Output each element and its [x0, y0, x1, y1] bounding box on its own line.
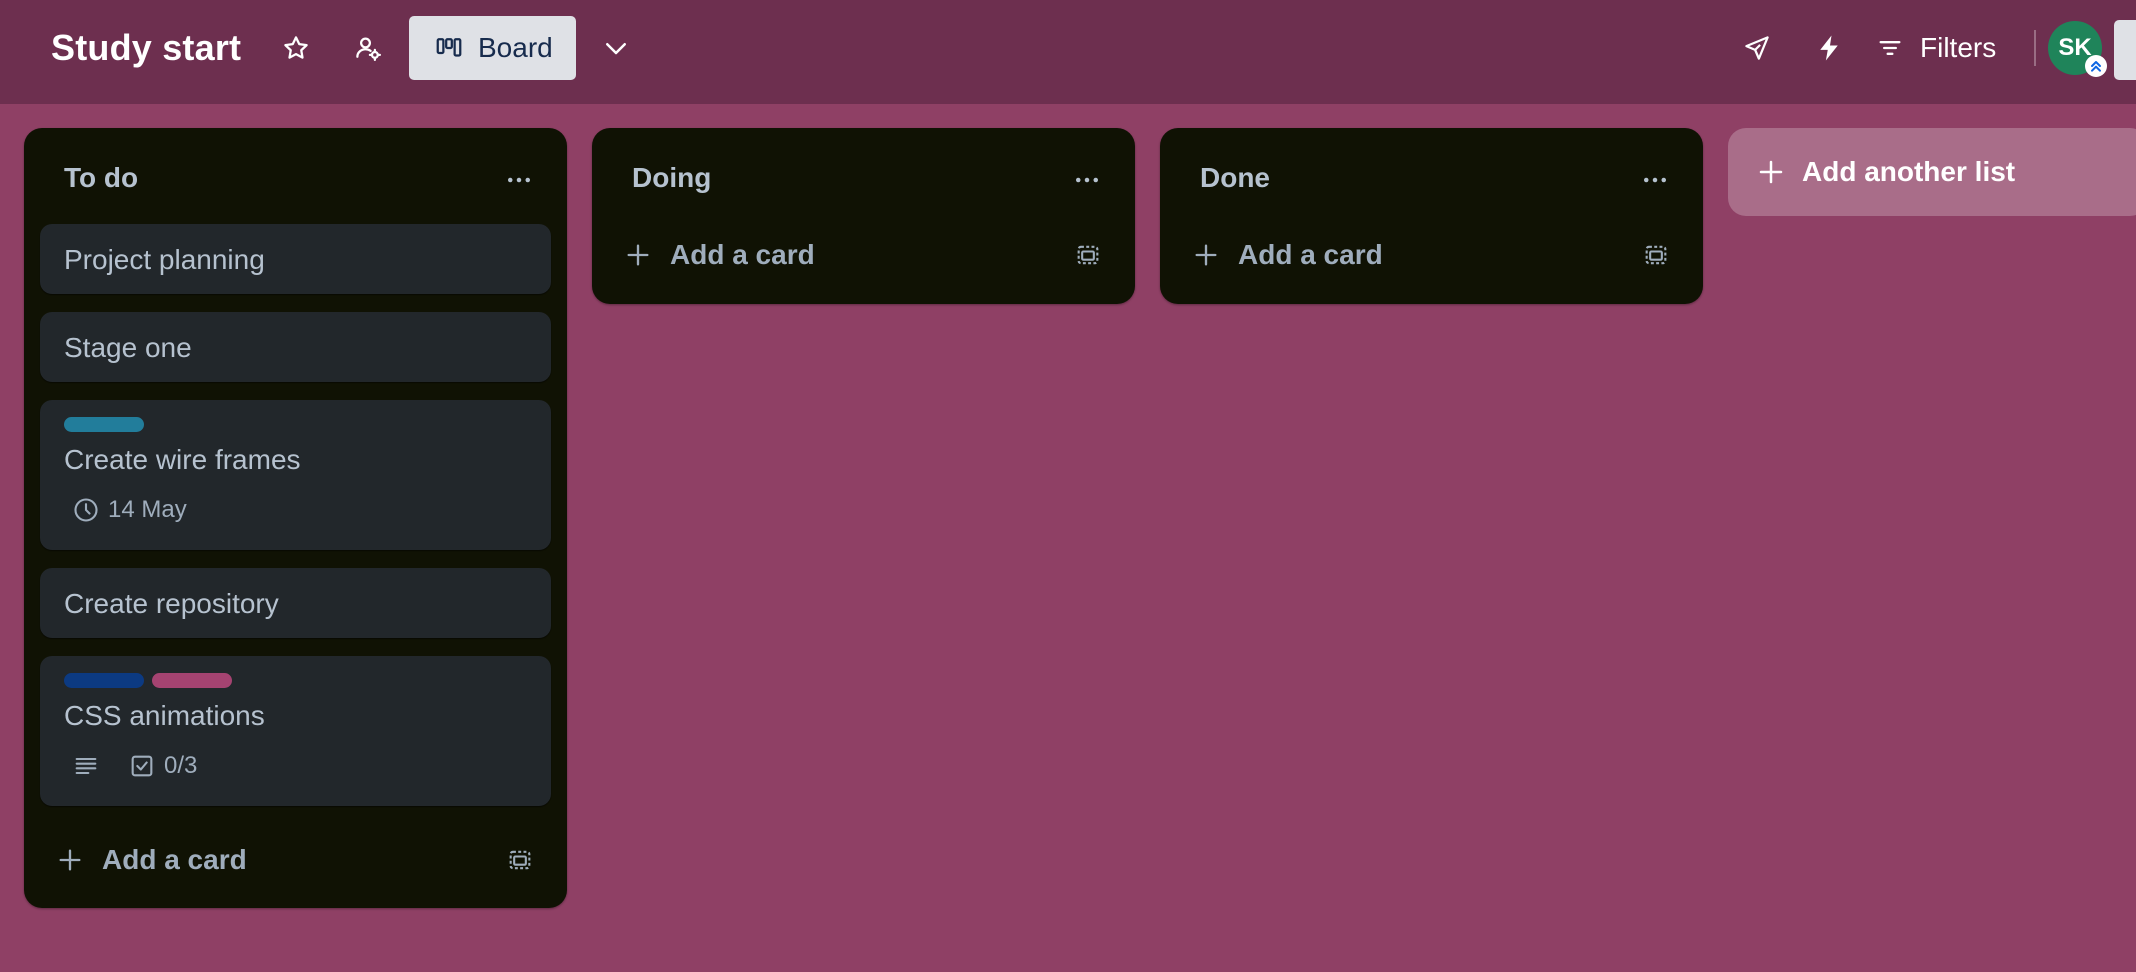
checklist-badge: 0/3 [128, 752, 197, 780]
add-card-label: Add a card [1238, 239, 1383, 270]
plus-icon [59, 849, 81, 871]
add-list-label: Add another list [1802, 156, 2016, 187]
view-switcher-button[interactable] [592, 24, 640, 72]
card-title: Create wire frames [64, 444, 301, 475]
more-horizontal-icon [508, 177, 530, 183]
card-label[interactable] [64, 417, 144, 432]
card-css-animations[interactable]: CSS animations 0/3 [40, 656, 551, 806]
description-badge [72, 752, 100, 780]
share-button[interactable] [2114, 20, 2136, 80]
filters-button[interactable]: Filters [1876, 24, 1996, 72]
visibility-button[interactable] [344, 24, 392, 72]
card-badges: 14 May [72, 496, 187, 524]
card-title: Project planning [64, 244, 265, 275]
plus-icon [627, 244, 649, 266]
more-horizontal-icon [1644, 177, 1666, 183]
card-badges: 0/3 [72, 752, 197, 780]
add-card-button[interactable]: Add a card [1192, 239, 1383, 271]
board-view-button[interactable]: Board [409, 16, 576, 80]
lightning-icon [1820, 35, 1838, 61]
plus-icon [1759, 160, 1783, 184]
card-template-icon [1077, 245, 1099, 265]
star-icon [284, 36, 308, 59]
create-from-template-button[interactable] [1068, 235, 1108, 275]
list-done: Done Add a card [1160, 128, 1703, 304]
list-actions-button[interactable] [1067, 160, 1107, 200]
due-date-text: 14 May [108, 496, 187, 523]
list-actions-button[interactable] [499, 160, 539, 200]
plus-icon [1195, 244, 1217, 266]
list-title[interactable]: Doing [632, 162, 711, 194]
admin-badge [2085, 55, 2107, 77]
card-create-repository[interactable]: Create repository [40, 568, 551, 638]
add-card-label: Add a card [102, 844, 247, 875]
board-title[interactable]: Study start [51, 27, 241, 69]
card-project-planning[interactable]: Project planning [40, 224, 551, 294]
add-card-label: Add a card [670, 239, 815, 270]
board-header: Study start Board Filters SK [0, 0, 2136, 104]
list-actions-button[interactable] [1635, 160, 1675, 200]
chevron-down-icon [606, 43, 626, 55]
card-create-wire-frames[interactable]: Create wire frames 14 May [40, 400, 551, 550]
add-another-list-button[interactable]: Add another list [1728, 128, 2136, 216]
avatar-initials: SK [2058, 34, 2092, 61]
power-ups-button[interactable] [1733, 24, 1781, 72]
description-icon [75, 757, 97, 775]
add-card-button[interactable]: Add a card [624, 239, 815, 271]
list-to-do: To do Project planning Stage one Create … [24, 128, 567, 908]
add-card-button[interactable]: Add a card [56, 844, 247, 876]
more-horizontal-icon [1076, 177, 1098, 183]
star-button[interactable] [272, 24, 320, 72]
card-label[interactable] [152, 673, 232, 688]
header-divider [2034, 30, 2036, 66]
due-date-badge[interactable]: 14 May [72, 496, 187, 524]
board-view-icon [436, 38, 462, 57]
card-template-icon [1645, 245, 1667, 265]
card-stage-one[interactable]: Stage one [40, 312, 551, 382]
list-title[interactable]: To do [64, 162, 138, 194]
create-from-template-button[interactable] [500, 840, 540, 880]
board-view-label: Board [478, 32, 553, 63]
rocket-icon [1745, 36, 1769, 60]
filter-icon [1879, 41, 1901, 55]
workspace-visibility-icon [356, 37, 381, 61]
list-doing: Doing Add a card [592, 128, 1135, 304]
create-from-template-button[interactable] [1636, 235, 1676, 275]
clock-icon [74, 498, 98, 522]
card-template-icon [509, 850, 531, 870]
card-title: CSS animations [64, 700, 265, 731]
checklist-icon [131, 755, 153, 777]
automation-button[interactable] [1805, 24, 1853, 72]
list-title[interactable]: Done [1200, 162, 1270, 194]
checklist-count: 0/3 [164, 752, 198, 779]
card-title: Stage one [64, 332, 192, 363]
filters-label: Filters [1920, 32, 1997, 63]
chevron-up-double-icon [2091, 61, 2101, 72]
card-title: Create repository [64, 588, 279, 619]
card-label[interactable] [64, 673, 144, 688]
